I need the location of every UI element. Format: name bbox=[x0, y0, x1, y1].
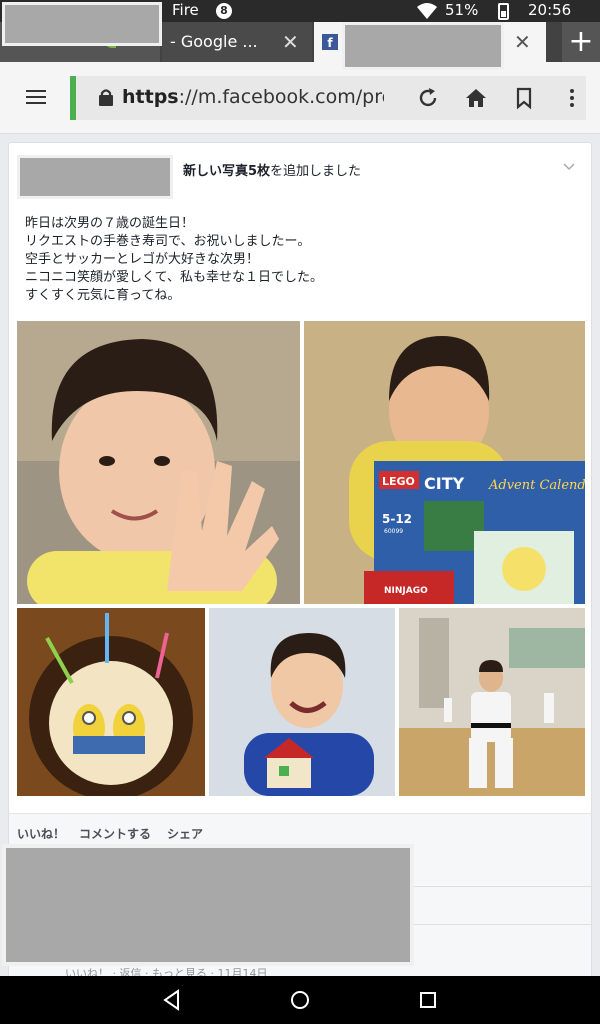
close-tab-icon[interactable]: ✕ bbox=[282, 22, 299, 62]
svg-text:NINJAGO: NINJAGO bbox=[384, 586, 428, 596]
close-tab-icon[interactable]: ✕ bbox=[514, 22, 531, 62]
facebook-favicon-icon: f bbox=[322, 34, 338, 50]
redacted-region bbox=[2, 2, 162, 46]
boy-laughing-with-lego-house-photo[interactable] bbox=[209, 608, 395, 796]
boy-with-lego-advent-calendar-photo[interactable]: LEGO CITY Advent Calendar 5-12 60099 NIN… bbox=[304, 321, 585, 604]
notification-badge: 8 bbox=[216, 3, 232, 19]
post-text: 昨日は次男の７歳の誕生日！ リクエストの手巻き寿司で、お祝いしましたー。 空手と… bbox=[25, 216, 323, 303]
address-bar[interactable]: https://m.facebook.com/profil bbox=[70, 76, 586, 120]
clock: 20:56 bbox=[528, 1, 572, 19]
redacted-author bbox=[17, 155, 173, 199]
redacted-comment bbox=[2, 844, 414, 966]
share-button[interactable]: シェア bbox=[167, 825, 203, 842]
menu-icon[interactable] bbox=[26, 90, 46, 104]
tab-label: - Google ... bbox=[170, 32, 258, 51]
browser-toolbar: https://m.facebook.com/profil bbox=[0, 62, 600, 134]
svg-text:CITY: CITY bbox=[424, 474, 465, 493]
boy-waving-photo[interactable] bbox=[17, 321, 300, 604]
comment-meta: いいね！ · 返信 · もっと見る · 11月14日 bbox=[65, 967, 268, 976]
lock-icon bbox=[99, 89, 113, 106]
svg-text:60099: 60099 bbox=[384, 528, 403, 535]
wifi-icon bbox=[417, 3, 437, 19]
post-action-text: 新しい写真5枚を追加しました bbox=[183, 164, 362, 179]
url-text[interactable]: https://m.facebook.com/profil bbox=[122, 86, 384, 108]
like-button[interactable]: いいね！ bbox=[17, 825, 65, 842]
post-header: 新しい写真5枚を追加しました bbox=[17, 155, 577, 199]
bookmark-icon[interactable] bbox=[512, 86, 536, 110]
home-icon[interactable] bbox=[464, 86, 488, 110]
redacted-region bbox=[342, 22, 504, 70]
svg-text:Advent Calendar: Advent Calendar bbox=[488, 478, 585, 493]
carrier-label: Fire bbox=[172, 1, 199, 19]
boy-karate-dojo-photo[interactable] bbox=[399, 608, 585, 796]
comment-button[interactable]: コメントする bbox=[79, 825, 151, 842]
new-tab-button[interactable]: + bbox=[562, 22, 600, 62]
chevron-down-icon[interactable] bbox=[563, 161, 575, 173]
recent-apps-icon[interactable] bbox=[416, 988, 440, 1012]
tab-google[interactable]: - Google ... ✕ bbox=[104, 22, 312, 62]
reload-icon[interactable] bbox=[416, 86, 440, 110]
battery-percent: 51% bbox=[445, 1, 479, 19]
more-vert-icon[interactable] bbox=[560, 86, 584, 110]
svg-text:5-12: 5-12 bbox=[382, 512, 412, 526]
minion-birthday-cake-photo[interactable] bbox=[17, 608, 205, 796]
svg-text:LEGO: LEGO bbox=[382, 475, 415, 488]
system-nav-bar bbox=[0, 976, 600, 1024]
home-nav-icon[interactable] bbox=[288, 988, 312, 1012]
back-icon[interactable] bbox=[160, 988, 184, 1012]
battery-icon bbox=[498, 3, 509, 20]
